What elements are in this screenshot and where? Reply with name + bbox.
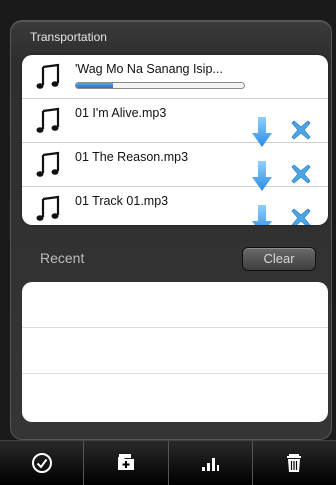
recent-list (22, 282, 328, 422)
download-arrow-icon[interactable] (252, 205, 272, 225)
transportation-list: 'Wag Mo Na Sanang Isip... 01 I'm Alive.m… (22, 55, 328, 225)
delete-x-icon[interactable] (290, 119, 312, 141)
bottom-toolbar (0, 440, 336, 485)
item-title: 01 The Reason.mp3 (75, 150, 189, 164)
add-folder-icon (117, 454, 134, 470)
bar-chart-icon (202, 458, 220, 471)
music-note-icon (36, 107, 60, 133)
progress-fill (76, 83, 113, 88)
clear-button[interactable]: Clear (242, 247, 316, 271)
download-progress-bar (75, 82, 245, 89)
item-title: 01 I'm Alive.mp3 (75, 106, 167, 120)
list-item[interactable]: 'Wag Mo Na Sanang Isip... (22, 55, 328, 99)
transportation-title: Transportation (30, 30, 107, 44)
item-title: 'Wag Mo Na Sanang Isip... (75, 62, 223, 76)
toolbar-add-folder-button[interactable] (84, 441, 169, 485)
recent-title: Recent (40, 250, 85, 266)
toolbar-delete-button[interactable] (253, 441, 336, 485)
music-note-icon (36, 63, 60, 89)
toolbar-done-button[interactable] (0, 441, 85, 485)
item-title: 01 Track 01.mp3 (75, 194, 169, 208)
list-item (22, 374, 328, 420)
list-item[interactable]: 01 I'm Alive.mp3 (22, 99, 328, 147)
music-note-icon (36, 195, 60, 221)
delete-x-icon[interactable] (290, 163, 312, 185)
list-item[interactable]: 01 The Reason.mp3 (22, 143, 328, 191)
toolbar-stats-button[interactable] (169, 441, 253, 485)
check-circle-icon (31, 453, 52, 473)
music-note-icon (36, 151, 60, 177)
trash-icon (287, 454, 302, 472)
list-item (22, 328, 328, 374)
delete-x-icon[interactable] (290, 207, 312, 225)
list-item (22, 282, 328, 328)
list-item[interactable]: 01 Track 01.mp3 (22, 187, 328, 225)
